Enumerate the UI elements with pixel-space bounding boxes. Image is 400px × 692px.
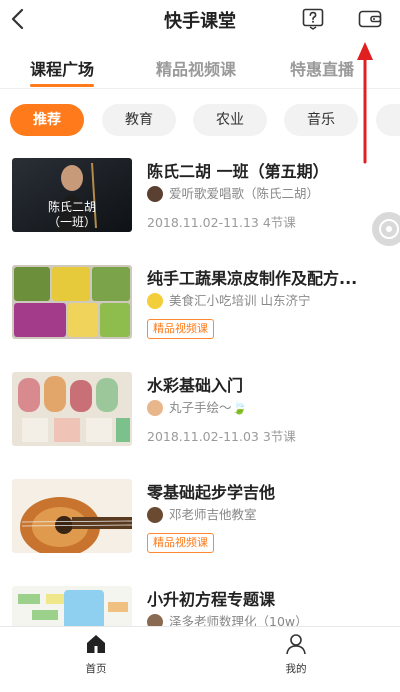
course-thumbnail (12, 265, 132, 339)
course-title: 水彩基础入门 (147, 376, 244, 395)
avatar (147, 293, 163, 309)
bottom-navigation: 首页 我的 (0, 626, 400, 681)
author-name: 丸子手绘～🍃 (169, 400, 248, 415)
thumbnail-caption: （一班） (47, 215, 96, 229)
tab-special-live[interactable]: 特惠直播 (290, 56, 354, 80)
chip-music[interactable]: 音乐 (284, 104, 358, 136)
wallet-icon (358, 10, 382, 28)
help-icon (302, 8, 324, 30)
profile-icon (286, 634, 306, 655)
nav-label: 我的 (285, 663, 307, 675)
floating-action-button[interactable] (372, 212, 400, 246)
premium-video-tag: 精品视频课 (147, 319, 214, 339)
course-thumbnail: 陈氏二胡 （一班） (12, 158, 132, 232)
course-schedule: 2018.11.02-11.03 3节课 (147, 429, 296, 444)
course-title: 零基础起步学吉他 (147, 483, 276, 502)
course-thumbnail (12, 479, 132, 553)
tab-course-plaza[interactable]: 课程广场 (30, 56, 94, 80)
chip-recommended[interactable]: 推荐 (10, 104, 84, 136)
nav-label: 首页 (85, 663, 107, 675)
category-chips: 推荐 教育 农业 音乐 (0, 104, 400, 140)
chip-agriculture[interactable]: 农业 (193, 104, 267, 136)
author-name: 爱听歌爱唱歌（陈氏二胡） (169, 186, 320, 201)
nav-profile[interactable]: 我的 (266, 633, 326, 676)
avatar (147, 186, 163, 202)
help-button[interactable] (302, 8, 324, 30)
aperture-icon (379, 219, 399, 239)
course-item[interactable]: 纯手工蔬果凉皮制作及配方... 美食汇小吃培训 山东济宁 精品视频课 (0, 265, 400, 371)
active-tab-indicator (30, 84, 94, 87)
course-tabs: 课程广场 精品视频课 特惠直播 (0, 44, 400, 89)
thumbnail-caption: 陈氏二胡 (47, 200, 96, 214)
header-bar: 快手课堂 (0, 0, 400, 40)
avatar (147, 507, 163, 523)
course-title: 陈氏二胡 一班（第五期） (147, 162, 329, 181)
home-icon (87, 635, 105, 653)
premium-video-tag: 精品视频课 (147, 533, 214, 553)
course-item[interactable]: 陈氏二胡 （一班） 陈氏二胡 一班（第五期） 爱听歌爱唱歌（陈氏二胡） 2018… (0, 158, 400, 264)
wallet-button[interactable] (358, 10, 382, 28)
course-title: 小升初方程专题课 (147, 590, 276, 609)
author-name: 美食汇小吃培训 山东济宁 (169, 293, 311, 308)
course-item[interactable]: 水彩基础入门 丸子手绘～🍃 2018.11.02-11.03 3节课 (0, 372, 400, 478)
author-name: 邓老师吉他教室 (169, 507, 257, 522)
avatar (147, 400, 163, 416)
course-item[interactable]: 零基础起步学吉他 邓老师吉他教室 精品视频课 (0, 479, 400, 585)
chip-more[interactable] (376, 104, 400, 136)
chip-education[interactable]: 教育 (102, 104, 176, 136)
tab-premium-video[interactable]: 精品视频课 (156, 56, 236, 80)
course-thumbnail (12, 372, 132, 446)
course-schedule: 2018.11.02-11.13 4节课 (147, 215, 296, 230)
course-title: 纯手工蔬果凉皮制作及配方... (147, 269, 358, 288)
nav-home[interactable]: 首页 (66, 633, 126, 676)
page-title: 快手课堂 (164, 11, 236, 32)
annotation-arrow (355, 40, 375, 165)
